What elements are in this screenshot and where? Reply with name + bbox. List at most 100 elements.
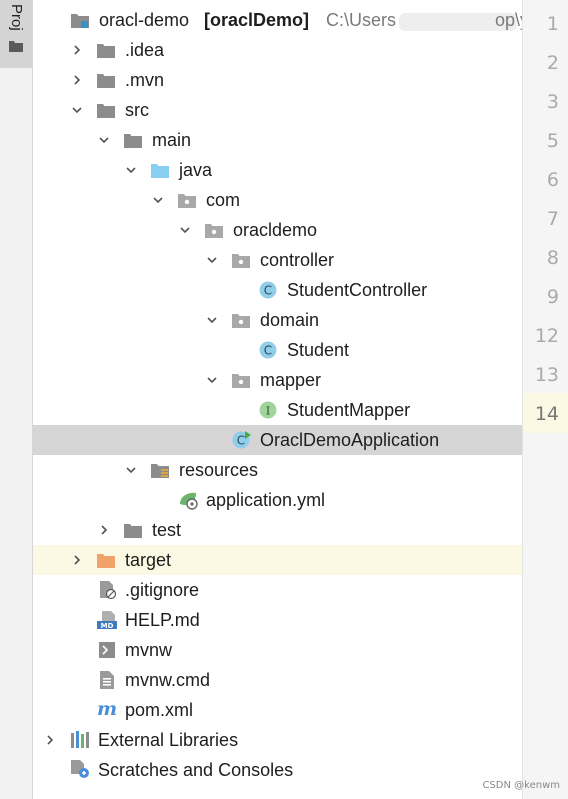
svg-text:m: m xyxy=(97,700,117,718)
tree-item-label: mvnw xyxy=(125,640,173,660)
tree-row-scratches[interactable]: Scratches and Consoles xyxy=(33,755,522,785)
line-number: 7 xyxy=(546,208,559,230)
chevron-down-icon[interactable] xyxy=(71,104,83,116)
tree-item-label: main xyxy=(152,130,192,150)
spring-config-icon xyxy=(180,492,198,510)
tree-item-label: pom.xml xyxy=(125,700,194,720)
chevron-right-icon[interactable] xyxy=(98,524,110,536)
tree-row-help-md[interactable]: MD HELP.md xyxy=(33,605,522,635)
tree-row-pom-xml[interactable]: m pom.xml xyxy=(33,695,522,725)
module-folder-icon xyxy=(71,14,89,28)
tree-row-studentcontroller[interactable]: C StudentController xyxy=(33,275,522,305)
tree-item-label: Scratches and Consoles xyxy=(98,760,294,780)
tree-item-label: application.yml xyxy=(206,490,326,510)
chevron-right-icon[interactable] xyxy=(71,74,83,86)
chevron-right-icon[interactable] xyxy=(44,734,56,746)
project-tree: oracl-demo [oraclDemo] C:\Users op\y .id… xyxy=(33,0,529,799)
tree-item-label: src xyxy=(125,100,149,120)
svg-text:C: C xyxy=(237,434,245,448)
source-folder-icon xyxy=(151,164,169,178)
line-number: 3 xyxy=(546,91,559,113)
svg-text:C: C xyxy=(264,284,272,298)
tree-row-domain[interactable]: domain xyxy=(33,305,522,335)
svg-text:MD: MD xyxy=(101,622,114,630)
tree-row-idea[interactable]: .idea xyxy=(33,35,522,65)
chevron-down-icon[interactable] xyxy=(206,374,218,386)
chevron-down-icon[interactable] xyxy=(179,224,191,236)
chevron-down-icon[interactable] xyxy=(206,254,218,266)
line-number: 5 xyxy=(546,130,559,152)
package-icon xyxy=(232,314,250,328)
package-icon xyxy=(205,224,223,238)
tree-item-label: OraclDemoApplication xyxy=(260,430,440,450)
folder-icon xyxy=(97,44,115,58)
chevron-down-icon[interactable] xyxy=(206,314,218,326)
tree-item-label: .idea xyxy=(125,40,165,60)
package-icon xyxy=(232,374,250,388)
tree-row-main[interactable]: main xyxy=(33,125,522,155)
line-number-current: 14 xyxy=(534,403,559,425)
tree-row-controller[interactable]: controller xyxy=(33,245,522,275)
root-module-name: [oraclDemo] xyxy=(204,10,310,30)
folder-icon xyxy=(124,134,142,148)
line-number: 13 xyxy=(534,364,559,386)
text-file-icon xyxy=(100,671,114,689)
svg-text:I: I xyxy=(266,405,270,418)
chevron-down-icon[interactable] xyxy=(98,134,110,146)
tree-item-label: External Libraries xyxy=(98,730,239,750)
tree-row-external-libraries[interactable]: External Libraries xyxy=(33,725,522,755)
tree-item-label: HELP.md xyxy=(125,610,200,630)
tree-row-src[interactable]: src xyxy=(33,95,522,125)
tree-item-label: test xyxy=(152,520,182,540)
resources-folder-icon xyxy=(151,464,169,478)
package-icon xyxy=(232,254,250,268)
line-number: 9 xyxy=(546,286,559,308)
line-number: 6 xyxy=(546,169,559,191)
tree-row-mvnw-cmd[interactable]: mvnw.cmd xyxy=(33,665,522,695)
watermark: CSDN @kenwm xyxy=(482,780,560,791)
line-number: 1 xyxy=(546,13,559,35)
tree-row-root[interactable]: oracl-demo [oraclDemo] C:\Users op\y xyxy=(33,5,529,35)
tree-row-test[interactable]: test xyxy=(33,515,522,545)
libraries-icon xyxy=(71,731,89,748)
tree-row-mvn[interactable]: .mvn xyxy=(33,65,522,95)
tree-item-label: oracldemo xyxy=(233,220,318,240)
editor-gutter: 1 2 3 5 6 7 8 9 12 13 14 xyxy=(522,0,568,799)
tree-item-label: mapper xyxy=(260,370,322,390)
chevron-down-icon[interactable] xyxy=(125,164,137,176)
tree-item-label: .mvn xyxy=(125,70,165,90)
tree-item-label: target xyxy=(125,550,172,570)
project-tab-label: Proj xyxy=(8,4,24,31)
markdown-file-icon: MD xyxy=(97,611,117,630)
tree-row-mvnw[interactable]: mvnw xyxy=(33,635,522,665)
line-number: 12 xyxy=(534,325,559,347)
folder-icon xyxy=(9,41,23,52)
tree-row-application-yml[interactable]: application.yml xyxy=(33,485,522,515)
tree-row-gitignore[interactable]: .gitignore xyxy=(33,575,522,605)
chevron-down-icon[interactable] xyxy=(152,194,164,206)
line-number: 8 xyxy=(546,247,559,269)
tree-row-java[interactable]: java xyxy=(33,155,522,185)
chevron-right-icon[interactable] xyxy=(71,44,83,56)
tree-item-label: java xyxy=(179,160,213,180)
tree-row-oracldemo[interactable]: oracldemo xyxy=(33,215,522,245)
tree-item-label: mvnw.cmd xyxy=(125,670,211,690)
tree-item-label: domain xyxy=(260,310,320,330)
tree-row-com[interactable]: com xyxy=(33,185,522,215)
project-tool-tab[interactable]: Proj xyxy=(0,0,32,68)
tree-item-label: StudentController xyxy=(287,280,428,300)
tree-item-label: .gitignore xyxy=(125,580,200,600)
spring-boot-class-icon: C xyxy=(232,431,251,449)
chevron-right-icon[interactable] xyxy=(71,554,83,566)
tree-row-resources[interactable]: resources xyxy=(33,455,522,485)
tree-row-mapper[interactable]: mapper xyxy=(33,365,522,395)
tree-row-target[interactable]: target xyxy=(33,545,522,575)
svg-text:C: C xyxy=(264,344,272,358)
line-number: 2 xyxy=(546,52,559,74)
interface-icon: I xyxy=(259,401,277,419)
tree-row-student[interactable]: C Student xyxy=(33,335,522,365)
tree-row-oracldemoapplication[interactable]: C OraclDemoApplication xyxy=(33,425,522,455)
chevron-down-icon[interactable] xyxy=(125,464,137,476)
ignore-file-icon xyxy=(100,581,117,600)
tree-row-studentmapper[interactable]: I StudentMapper xyxy=(33,395,522,425)
